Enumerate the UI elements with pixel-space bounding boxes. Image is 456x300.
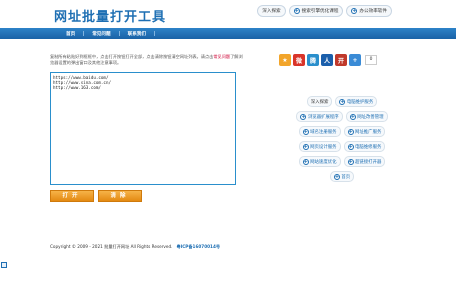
nav-divider <box>153 31 155 36</box>
service-link[interactable]: + 超链接打开器 <box>343 156 386 167</box>
site-title[interactable]: 网址批量打开工具 <box>54 6 166 25</box>
service-link-label: 网站速度优化 <box>310 159 337 165</box>
qzone-icon[interactable]: ★ <box>279 54 291 66</box>
icp-link[interactable]: 粤ICP备16070014号 <box>176 244 220 249</box>
share-bar: ★ 微腾人开 +0 <box>279 54 377 66</box>
top-button-label: 深入探索 <box>262 9 281 14</box>
link-row: + 首页 <box>272 171 412 182</box>
service-link-label: 网址改善管理 <box>357 114 384 120</box>
kaixin-icon[interactable]: 开 <box>335 54 347 66</box>
intro-text-before: 复制所有粘贴好到框框中，点击打开按钮打开全部，点击清除按钮清空网址列表。请点击 <box>50 54 214 59</box>
faq-link[interactable]: 常见问题 <box>213 54 230 59</box>
top-button-seo-course[interactable]: + 搜索引擎优化课程 <box>288 5 344 17</box>
image-placeholder-icon <box>1 262 7 268</box>
link-row: + 网页设计服务 + 电脑维修服务 <box>272 141 412 152</box>
plus-circle-icon: + <box>351 8 358 14</box>
service-link-label: 首页 <box>341 174 351 180</box>
service-links: 深入探索 + 电脑维护服务 + 浏览器扩展程序 + 网址改善管理 + 域名注册服务 + 网址推广服务… <box>272 96 412 186</box>
link-row: + 浏览器扩展程序 + 网址改善管理 <box>272 111 412 122</box>
service-link[interactable]: + 首页 <box>329 171 355 182</box>
service-link-label: 域名注册服务 <box>310 129 337 135</box>
link-row: + 域名注册服务 + 网址推广服务 <box>272 126 412 137</box>
nav-item-faq[interactable]: 常见问题 <box>84 31 118 37</box>
plus-circle-icon: + <box>349 113 356 120</box>
nav-bar: 首页 常见问题 联系我们 <box>0 28 456 39</box>
header: 网址批量打开工具 深入探索 + 搜索引擎优化课程 + 办公效率软件 <box>0 0 456 28</box>
top-button-explore[interactable]: 深入探索 <box>257 5 286 17</box>
service-link[interactable]: + 电脑维修服务 <box>343 141 386 152</box>
copyright-text: Copyright © 2009 - 2021 批量打开网址 All Right… <box>50 244 173 249</box>
plus-circle-icon: + <box>347 128 354 135</box>
plus-circle-icon: + <box>339 98 346 105</box>
plus-circle-icon: + <box>293 8 300 14</box>
link-row: + 网站速度优化 + 超链接打开器 <box>272 156 412 167</box>
url-list-input[interactable] <box>50 72 236 185</box>
tencent-weibo-icon[interactable]: 腾 <box>307 54 319 66</box>
service-link[interactable]: + 域名注册服务 <box>298 126 341 137</box>
top-button-label: 搜索引擎优化课程 <box>301 9 339 14</box>
plus-circle-icon: + <box>333 173 340 180</box>
service-link-label: 电脑维修服务 <box>355 144 382 150</box>
clear-button[interactable]: 清除 <box>98 190 142 202</box>
open-button[interactable]: 打开 <box>50 190 94 202</box>
top-button-office-software[interactable]: + 办公效率软件 <box>346 5 392 17</box>
service-link[interactable]: + 网页设计服务 <box>298 141 341 152</box>
service-link-label: 浏览器扩展程序 <box>307 114 339 120</box>
service-link[interactable]: + 电脑维护服务 <box>335 96 378 107</box>
service-link[interactable]: + 网站速度优化 <box>298 156 341 167</box>
service-link-label: 深入探索 <box>310 99 329 105</box>
share-count: 0 <box>365 55 377 65</box>
renren-icon[interactable]: 人 <box>321 54 333 66</box>
nav-item-contact[interactable]: 联系我们 <box>120 31 154 37</box>
service-link-label: 超链接打开器 <box>355 159 382 165</box>
plus-circle-icon: + <box>347 158 354 165</box>
top-button-label: 办公效率软件 <box>359 9 387 14</box>
service-link[interactable]: + 网址改善管理 <box>345 111 388 122</box>
top-buttons: 深入探索 + 搜索引擎优化课程 + 办公效率软件 <box>257 5 392 17</box>
service-link[interactable]: + 网址推广服务 <box>343 126 386 137</box>
service-link-label: 网址推广服务 <box>355 129 382 135</box>
plus-circle-icon: + <box>347 143 354 150</box>
footer: Copyright © 2009 - 2021 批量打开网址 All Right… <box>50 244 220 250</box>
plus-circle-icon: + <box>302 158 309 165</box>
more-share-icon[interactable]: + <box>349 54 361 66</box>
nav-item-home[interactable]: 首页 <box>58 31 83 37</box>
service-link-label: 电脑维护服务 <box>346 99 374 105</box>
weibo-icon[interactable]: 微 <box>293 54 305 66</box>
plus-circle-icon: + <box>302 128 309 135</box>
service-link-label: 网页设计服务 <box>310 144 337 150</box>
instructions-text: 复制所有粘贴好到框框中，点击打开按钮打开全部，点击清除按钮清空网址列表。请点击常… <box>50 54 246 67</box>
plus-circle-icon: + <box>302 143 309 150</box>
link-row: 深入探索 + 电脑维护服务 <box>272 96 412 107</box>
plus-circle-icon: + <box>300 113 307 120</box>
service-link[interactable]: + 浏览器扩展程序 <box>296 111 343 122</box>
service-link[interactable]: 深入探索 <box>306 96 333 107</box>
